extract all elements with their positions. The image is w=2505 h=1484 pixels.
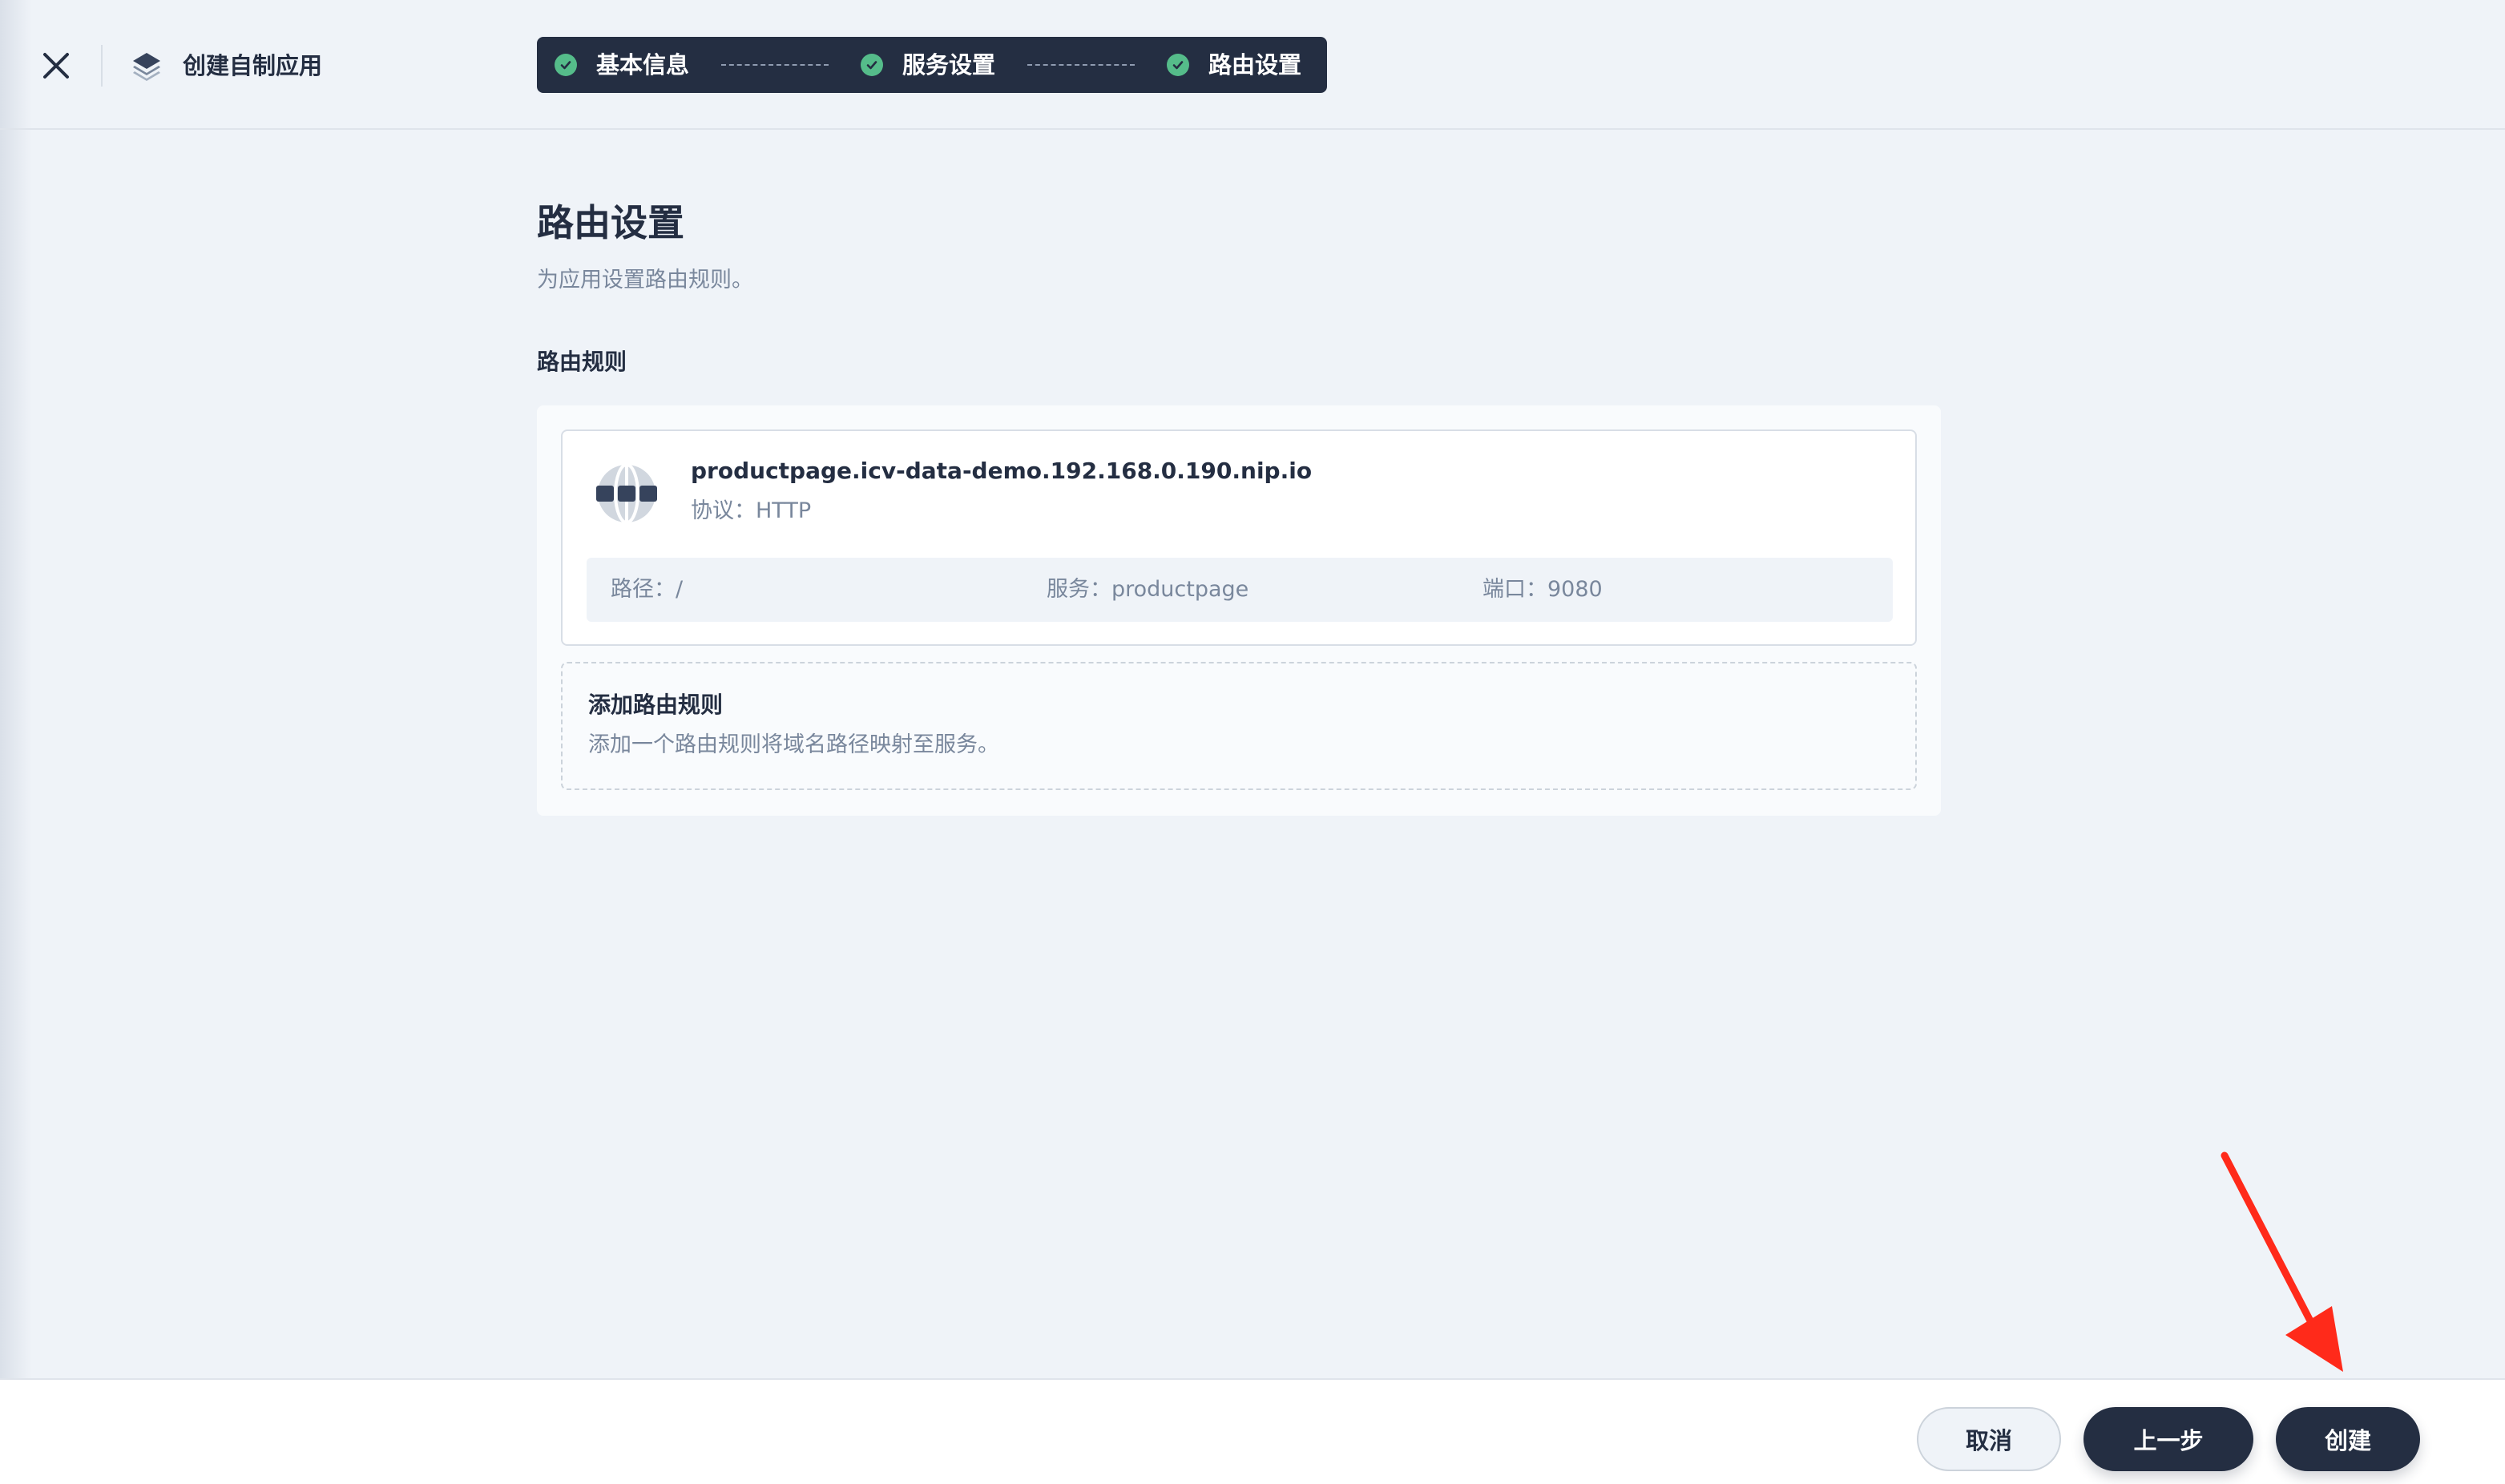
layers-icon bbox=[130, 50, 163, 83]
step-progress-bar: 基本信息 服务设置 路由设置 bbox=[537, 37, 1327, 93]
step-separator bbox=[1027, 64, 1136, 66]
add-route-rule-description: 添加一个路由规则将域名路径映射至服务。 bbox=[588, 732, 999, 757]
previous-step-button[interactable]: 上一步 bbox=[2083, 1407, 2253, 1471]
header-divider bbox=[101, 45, 103, 87]
route-details-row: 路径：/ 服务：productpage 端口：9080 bbox=[587, 558, 1893, 622]
step-service-settings[interactable]: 服务设置 bbox=[861, 49, 995, 81]
route-service: 服务：productpage bbox=[1047, 577, 1249, 602]
footer-bar: 取消 上一步 创建 bbox=[0, 1378, 2505, 1484]
annotation-arrow-icon bbox=[2212, 1146, 2356, 1378]
route-rule-card[interactable]: productpage.icv-data-demo.192.168.0.190.… bbox=[561, 429, 1917, 646]
close-icon bbox=[43, 53, 69, 79]
left-edge-shadow bbox=[0, 0, 32, 1484]
add-route-rule-button[interactable]: 添加路由规则 添加一个路由规则将域名路径映射至服务。 bbox=[561, 662, 1917, 790]
step-label: 基本信息 bbox=[596, 51, 690, 79]
step-separator bbox=[721, 64, 829, 66]
create-button[interactable]: 创建 bbox=[2276, 1407, 2420, 1471]
check-circle-icon bbox=[861, 54, 884, 76]
page-description: 为应用设置路由规则。 bbox=[537, 268, 753, 292]
add-route-rule-title: 添加路由规则 bbox=[588, 692, 724, 718]
step-route-settings[interactable]: 路由设置 bbox=[1167, 49, 1301, 81]
route-port: 端口：9080 bbox=[1482, 577, 1603, 602]
cancel-button[interactable]: 取消 bbox=[1917, 1407, 2061, 1471]
section-label-route-rules: 路由规则 bbox=[537, 349, 627, 375]
check-circle-icon bbox=[1167, 54, 1190, 76]
page-title: 路由设置 bbox=[537, 201, 684, 244]
route-host: productpage.icv-data-demo.192.168.0.190.… bbox=[691, 458, 1313, 484]
check-circle-icon bbox=[555, 54, 577, 76]
step-label: 路由设置 bbox=[1208, 51, 1302, 79]
close-button[interactable] bbox=[37, 46, 75, 85]
step-label: 服务设置 bbox=[902, 51, 996, 79]
route-protocol: 协议：HTTP bbox=[691, 498, 812, 523]
globe-icon bbox=[595, 462, 659, 526]
route-path: 路径：/ bbox=[611, 577, 684, 602]
step-basic-info[interactable]: 基本信息 bbox=[555, 49, 689, 81]
page-header-title: 创建自制应用 bbox=[183, 52, 323, 79]
header-bar: 创建自制应用 基本信息 服务设置 路由设置 bbox=[0, 0, 2505, 130]
